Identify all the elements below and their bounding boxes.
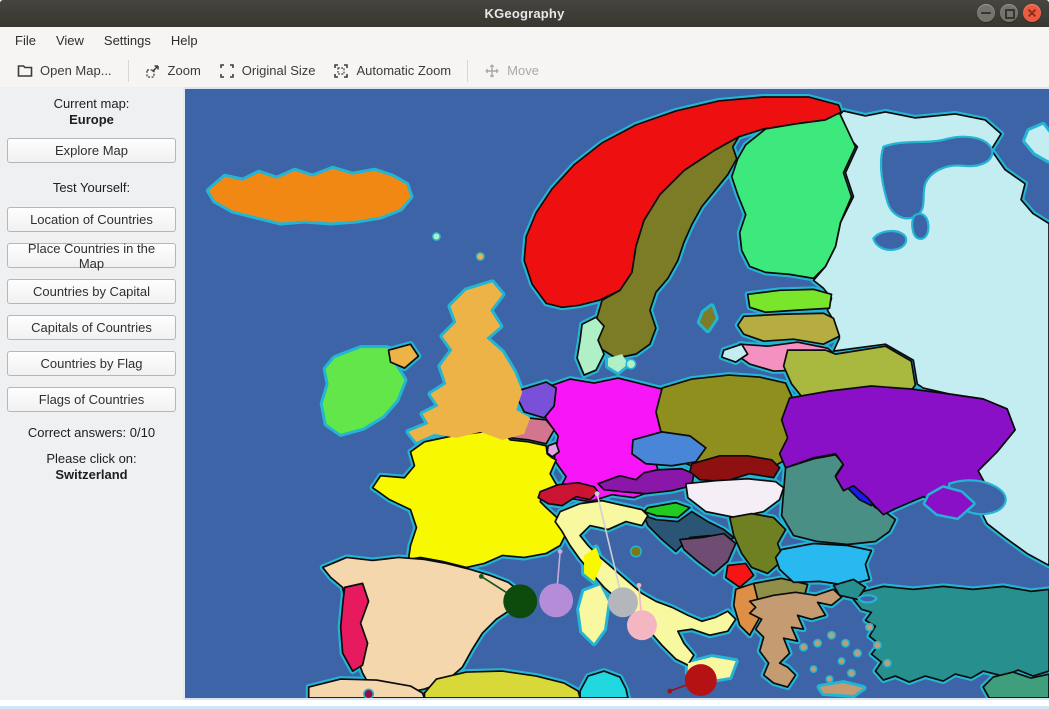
menubar: FileViewSettingsHelp	[0, 27, 1049, 54]
island-san-marino[interactable]	[631, 547, 640, 556]
island-aegean-island-4[interactable]	[842, 640, 848, 646]
island-aegean-island-3[interactable]	[829, 632, 835, 638]
monaco-location-pin	[558, 549, 563, 554]
place-countries-in-the-map-button[interactable]: Place Countries in the Map	[7, 243, 176, 268]
prompt-label: Please click on:	[46, 451, 136, 467]
liechtenstein-location-pin	[595, 491, 600, 496]
country-estonia[interactable]	[748, 289, 832, 312]
test-yourself-label: Test Yourself:	[53, 180, 130, 196]
island-aegean-island-7[interactable]	[848, 670, 854, 676]
window-bottom-edge	[0, 700, 1049, 709]
toolbar-button-label: Automatic Zoom	[356, 63, 451, 78]
location-of-countries-button[interactable]: Location of Countries	[7, 207, 176, 232]
island-aegean-island-12[interactable]	[884, 660, 890, 666]
andorra-location-pin	[479, 574, 484, 579]
sidebar: Current map: Europe Explore Map Test You…	[0, 87, 183, 700]
move-button: Move	[475, 59, 548, 83]
toolbar-separator	[128, 60, 129, 82]
island-aegean-island-1[interactable]	[801, 644, 807, 650]
andorra-marker[interactable]	[503, 584, 537, 618]
quiz-buttons: Location of Countries Place Countries in …	[7, 196, 176, 412]
country-great-britain[interactable]	[408, 282, 530, 441]
malta-location-pin	[667, 689, 672, 694]
lake-onega	[912, 214, 928, 239]
country-hungary[interactable]	[686, 479, 784, 518]
move-icon	[484, 63, 500, 79]
country-france[interactable]	[373, 430, 567, 568]
current-map-label: Current map:	[54, 96, 130, 112]
window-title: KGeography	[484, 6, 564, 21]
sea-of-marmara	[858, 595, 876, 602]
island-aegean-island-6[interactable]	[839, 659, 844, 664]
capitals-of-countries-button[interactable]: Capitals of Countries	[7, 315, 176, 340]
original-size-button[interactable]: Original Size	[210, 59, 325, 83]
zoom-select-icon	[145, 63, 161, 79]
island-aegean-island-2[interactable]	[815, 640, 821, 646]
island-shetland[interactable]	[477, 253, 483, 259]
current-map-value: Europe	[69, 112, 114, 128]
island-faroe-islands[interactable]	[433, 234, 439, 240]
island-aegean-island-8[interactable]	[827, 677, 832, 682]
maximize-button[interactable]	[1000, 4, 1018, 22]
vatican-city-marker[interactable]	[627, 610, 657, 640]
score-text: Correct answers: 0/10	[28, 425, 155, 441]
toolbar-separator	[467, 60, 468, 82]
explore-map-button[interactable]: Explore Map	[7, 138, 176, 163]
monaco-marker[interactable]	[539, 583, 573, 617]
titlebar[interactable]: KGeography	[0, 0, 1049, 27]
flags-of-countries-button[interactable]: Flags of Countries	[7, 387, 176, 412]
toolbar-button-label: Open Map...	[40, 63, 112, 78]
island-aegean-island-10[interactable]	[866, 624, 872, 630]
original-size-icon	[219, 63, 235, 79]
prompt-country: Switzerland	[55, 467, 127, 483]
map-view[interactable]	[183, 87, 1049, 700]
country-turkey[interactable]	[853, 586, 1049, 682]
menu-item-file[interactable]: File	[5, 28, 46, 53]
menu-item-settings[interactable]: Settings	[94, 28, 161, 53]
toolbar: Open Map... Zoom Original Size Automatic Zo…	[0, 54, 1049, 87]
lake-ladoga	[873, 231, 906, 250]
island-aegean-island-9[interactable]	[811, 667, 816, 672]
automatic-zoom-button[interactable]: Automatic Zoom	[324, 59, 460, 83]
countries-by-flag-button[interactable]: Countries by Flag	[7, 351, 176, 376]
europe-map-svg[interactable]	[185, 89, 1049, 698]
auto-zoom-icon	[333, 63, 349, 79]
toolbar-button-label: Zoom	[168, 63, 201, 78]
countries-by-capital-button[interactable]: Countries by Capital	[7, 279, 176, 304]
folder-icon	[17, 63, 33, 79]
menu-item-help[interactable]: Help	[161, 28, 208, 53]
toolbar-button-label: Move	[507, 63, 539, 78]
island-aegean-island-11[interactable]	[874, 642, 880, 648]
island-gibraltar[interactable]	[365, 690, 373, 698]
window-controls	[977, 4, 1041, 22]
country-bulgaria[interactable]	[776, 544, 872, 586]
toolbar-button-label: Original Size	[242, 63, 316, 78]
malta-marker[interactable]	[685, 664, 717, 696]
minimize-button[interactable]	[977, 4, 995, 22]
main-content: Current map: Europe Explore Map Test You…	[0, 87, 1049, 700]
open-map-button[interactable]: Open Map...	[8, 59, 121, 83]
zoom-button[interactable]: Zoom	[136, 59, 210, 83]
island-zealand[interactable]	[627, 360, 635, 368]
liechtenstein-marker[interactable]	[608, 587, 638, 617]
close-button[interactable]	[1023, 4, 1041, 22]
vatican-city-location-pin	[637, 583, 642, 588]
island-aegean-island-5[interactable]	[854, 650, 860, 656]
menu-item-view[interactable]: View	[46, 28, 94, 53]
